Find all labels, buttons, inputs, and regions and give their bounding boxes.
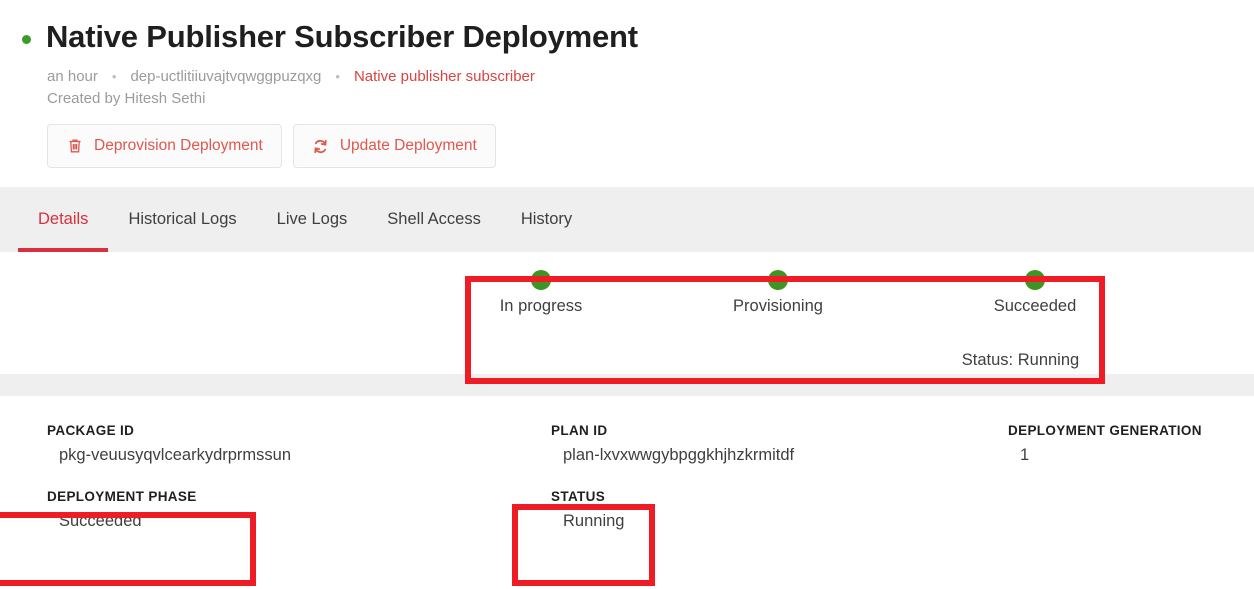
detail-spacer [1008, 489, 1254, 531]
details-section: PACKAGE ID pkg-veuusyqvlcearkydrprmssun … [0, 396, 1254, 531]
deployment-status-dot [22, 34, 31, 44]
step-label-succeeded: Succeeded [993, 297, 1077, 316]
step-dot-provisioning [768, 270, 788, 291]
tab-details[interactable]: Details [18, 187, 109, 253]
tab-historical-logs-label: Historical Logs [128, 210, 237, 229]
detail-deployment-phase-label: DEPLOYMENT PHASE [47, 489, 197, 505]
tab-historical-logs[interactable]: Historical Logs [108, 187, 256, 252]
step-label-provisioning: Provisioning [733, 297, 823, 316]
tab-live-logs-label: Live Logs [276, 210, 348, 229]
detail-deployment-phase-value: Succeeded [59, 512, 142, 531]
update-deployment-button[interactable]: Update Deployment [292, 124, 496, 169]
detail-status-value: Running [563, 512, 625, 531]
refresh-icon [312, 138, 329, 155]
tab-live-logs[interactable]: Live Logs [257, 187, 368, 252]
detail-package-id: PACKAGE ID pkg-veuusyqvlcearkydrprmssun [0, 423, 504, 465]
tab-history[interactable]: History [501, 187, 592, 252]
update-deployment-label: Update Deployment [339, 137, 477, 155]
detail-status: STATUS Running [504, 489, 1008, 531]
tab-shell-access[interactable]: Shell Access [367, 187, 501, 252]
detail-deployment-generation-value: 1 [1020, 446, 1030, 465]
step-substatus: Status: Running [961, 351, 1080, 370]
step-dot-succeeded [1025, 270, 1045, 291]
step-label-in-progress: In progress [499, 297, 583, 316]
breadcrumb: an hour • dep-uctlitiiuvajtvqwggpuzqxg •… [0, 54, 1254, 85]
meta-separator-2: • [335, 69, 340, 85]
deprovision-deployment-label: Deprovision Deployment [94, 137, 263, 155]
stepper-labels: In progress Provisioning Succeeded Statu… [478, 297, 1098, 369]
meta-package-link[interactable]: Native publisher subscriber [354, 68, 535, 85]
trash-icon [66, 138, 83, 155]
detail-plan-id: PLAN ID plan-lxvxwwgybpggkhjhzkrmitdf [504, 423, 1008, 465]
action-buttons: Deprovision Deployment Update Deployment [0, 107, 1254, 169]
detail-deployment-generation-label: DEPLOYMENT GENERATION [1008, 423, 1202, 439]
page-header: Native Publisher Subscriber Deployment a… [0, 0, 1254, 169]
deployment-progress-section: In progress Provisioning Succeeded Statu… [0, 252, 1254, 375]
deprovision-deployment-button[interactable]: Deprovision Deployment [47, 124, 282, 169]
detail-deployment-generation: DEPLOYMENT GENERATION 1 [1008, 423, 1254, 465]
tab-history-label: History [520, 210, 573, 229]
tab-shell-access-label: Shell Access [387, 210, 481, 229]
meta-deployment-id: dep-uctlitiiuvajtvqwggpuzqxg [130, 68, 322, 86]
details-row-2: DEPLOYMENT PHASE Succeeded STATUS Runnin… [0, 489, 1254, 531]
step-dot-in-progress [531, 270, 551, 291]
title-row: Native Publisher Subscriber Deployment [0, 0, 1254, 54]
meta-separator-1: • [111, 69, 117, 85]
detail-package-id-value: pkg-veuusyqvlcearkydrprmssun [59, 446, 292, 465]
stepper-connector-line [541, 277, 1035, 283]
stepper-track [478, 264, 1098, 294]
tab-bar: Details Historical Logs Live Logs Shell … [0, 187, 1254, 253]
page-title: Native Publisher Subscriber Deployment [46, 19, 638, 54]
deployment-stepper: In progress Provisioning Succeeded Statu… [478, 264, 1098, 369]
detail-status-label: STATUS [551, 489, 606, 505]
tab-details-label: Details [38, 210, 89, 229]
detail-package-id-label: PACKAGE ID [47, 423, 135, 439]
detail-deployment-phase: DEPLOYMENT PHASE Succeeded [0, 489, 504, 531]
details-row-1: PACKAGE ID pkg-veuusyqvlcearkydrprmssun … [0, 423, 1254, 465]
meta-time: an hour [47, 68, 98, 86]
created-by-text: Created by Hitesh Sethi [47, 90, 206, 108]
detail-plan-id-label: PLAN ID [551, 423, 608, 439]
section-divider-band [0, 374, 1254, 397]
detail-plan-id-value: plan-lxvxwwgybpggkhjhzkrmitdf [563, 446, 795, 465]
